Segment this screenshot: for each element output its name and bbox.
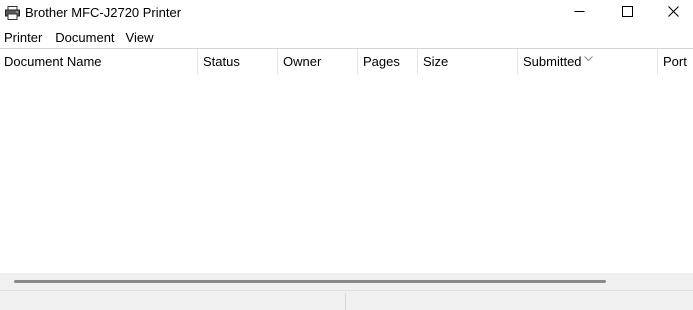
maximize-icon — [621, 4, 633, 22]
column-status[interactable]: Status — [198, 49, 278, 75]
horizontal-scrollbar[interactable] — [0, 273, 693, 290]
print-queue-window: Brother MFC-J2720 Printer Printer Docume… — [0, 0, 693, 310]
print-job-list[interactable] — [0, 75, 693, 273]
minimize-button[interactable] — [556, 0, 602, 26]
status-pane — [0, 293, 345, 310]
window-title: Brother MFC-J2720 Printer — [25, 5, 182, 20]
sort-descending-icon — [584, 49, 593, 62]
column-document-name[interactable]: Document Name — [0, 49, 198, 75]
column-pages[interactable]: Pages — [358, 49, 418, 75]
maximize-button[interactable] — [604, 0, 650, 26]
scrollbar-thumb[interactable] — [14, 280, 606, 283]
title-bar[interactable]: Brother MFC-J2720 Printer — [0, 0, 693, 26]
close-button[interactable] — [650, 0, 693, 26]
column-port[interactable]: Port — [658, 49, 693, 75]
menu-view[interactable]: View — [122, 28, 161, 48]
column-size[interactable]: Size — [418, 49, 518, 75]
menu-printer[interactable]: Printer — [0, 28, 49, 48]
minimize-icon — [574, 4, 585, 22]
column-owner[interactable]: Owner — [278, 49, 358, 75]
status-bar — [0, 290, 693, 310]
close-icon — [667, 4, 679, 22]
menu-bar: Printer Document View — [0, 28, 693, 48]
printer-icon — [5, 6, 20, 20]
menu-document[interactable]: Document — [51, 28, 121, 48]
status-pane — [345, 293, 693, 310]
